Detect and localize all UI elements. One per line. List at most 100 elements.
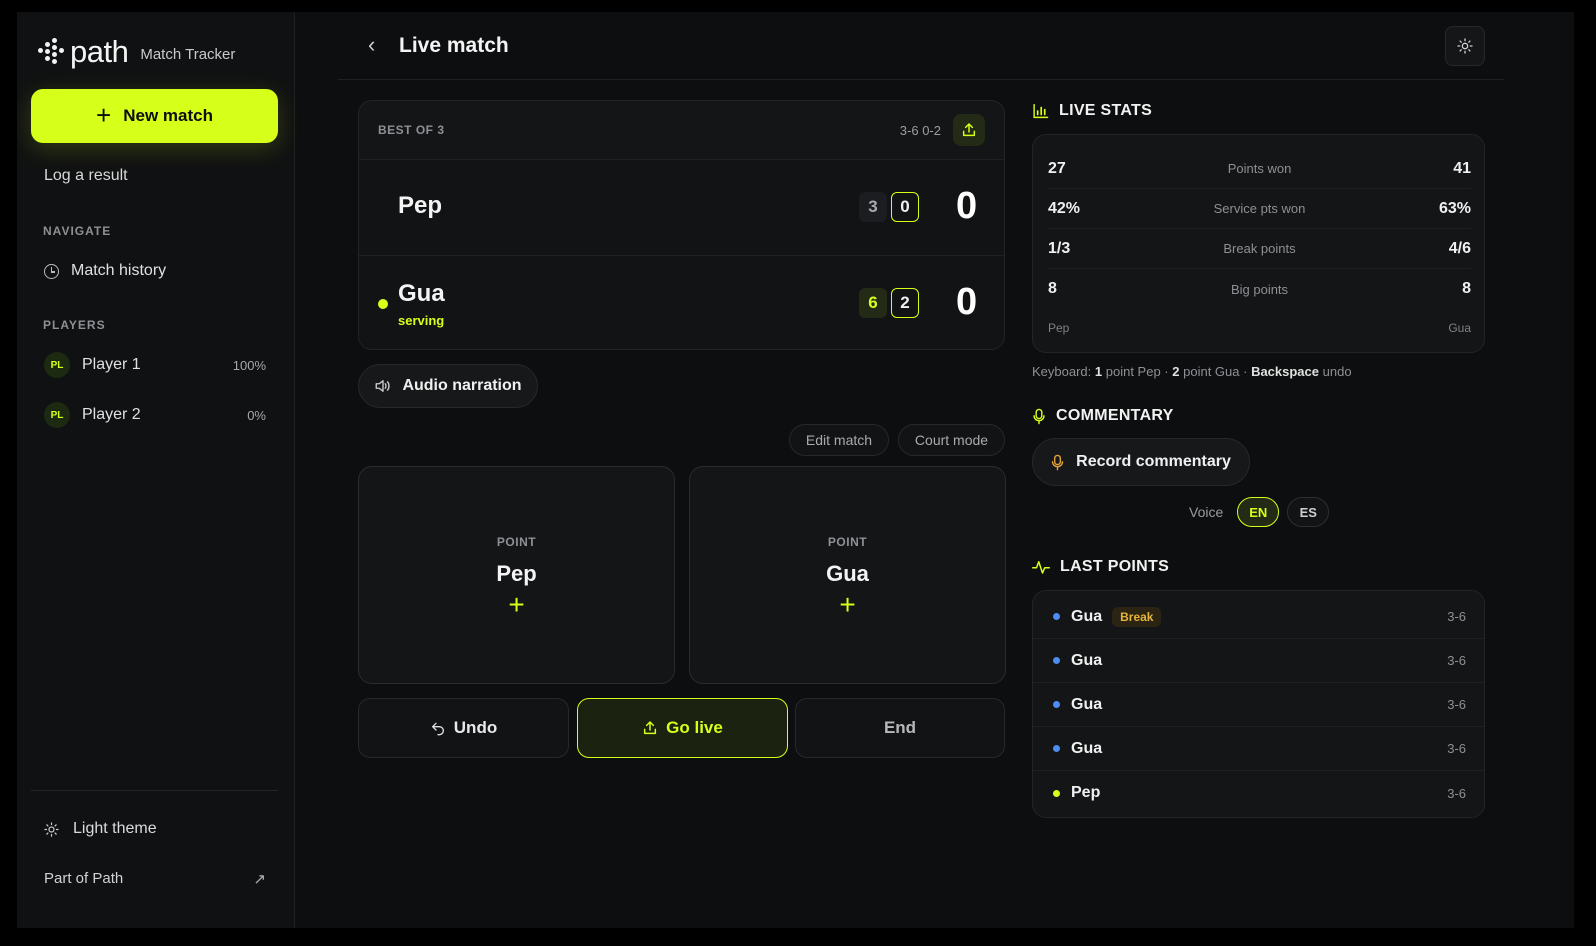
kbd-key: Backspace [1251, 364, 1320, 379]
scoreboard-row-pep: Pep 3 0 0 [359, 159, 1004, 255]
undo-button[interactable]: Undo [358, 698, 569, 758]
live-stats-title: LIVE STATS [1032, 102, 1152, 120]
brand-logo[interactable]: path Match Tracker [38, 34, 236, 69]
point-winner: Gua [1071, 695, 1103, 713]
player-win-pct: 100% [232, 357, 266, 373]
part-of-path-link[interactable]: Part of Path ↗ [44, 870, 266, 888]
point-score: 3-6 [1447, 609, 1466, 624]
stat-row: 42% Service pts won 63% [1048, 189, 1471, 229]
stats-left-player: Pep [1048, 321, 1070, 335]
commentary-title-text: COMMENTARY [1056, 407, 1174, 424]
point-gua-button[interactable]: POINT Gua + [689, 466, 1006, 684]
sidebar: path Match Tracker + New match Log a res… [17, 12, 295, 928]
avatar: PL [44, 352, 70, 378]
serving-label: serving [398, 313, 445, 328]
log-result-link[interactable]: Log a result [44, 167, 128, 185]
point-label: POINT [827, 535, 868, 549]
point-score: 3-6 [1447, 741, 1466, 756]
voice-en-toggle[interactable]: EN [1237, 497, 1280, 527]
brand-name: path [70, 34, 129, 69]
go-live-button[interactable]: Go live [577, 698, 788, 758]
point-pep-button[interactable]: POINT Pep + [358, 466, 675, 684]
winner-dot [1053, 613, 1060, 620]
stats-player-labels: Pep Gua [1048, 321, 1471, 335]
player-win-pct: 0% [247, 407, 266, 423]
stat-left: 42% [1048, 199, 1081, 217]
game-score: 2 [891, 288, 919, 318]
winner-dot [1053, 745, 1060, 752]
sidebar-player-1[interactable]: PL Player 1 100% [44, 352, 266, 378]
winner-dot [1053, 701, 1060, 708]
stat-left: 27 [1048, 159, 1066, 177]
microphone-icon [1033, 408, 1045, 424]
court-mode-button[interactable]: Court mode [898, 424, 1005, 456]
scoreboard-row-gua: Gua serving 6 2 0 [359, 255, 1004, 349]
last-points-list: Gua Break 3-6 Gua 3-6 Gua 3-6 Gua 3-6 Pe… [1032, 590, 1485, 818]
scoreboard: BEST OF 3 3-6 0-2 Pep 3 0 0 Gua serving … [358, 100, 1005, 350]
point-score: 0 [956, 185, 978, 227]
plus-icon: + [839, 589, 856, 620]
list-item: Pep 3-6 [1033, 771, 1484, 815]
sidebar-item-match-history[interactable]: Match history [44, 262, 166, 280]
list-item: Gua Break 3-6 [1033, 595, 1484, 639]
theme-toggle-button[interactable] [1445, 26, 1485, 66]
live-stats-card: 27 Points won 41 42% Service pts won 63%… [1032, 134, 1485, 353]
stat-right: 8 [1462, 280, 1471, 297]
chevron-left-icon[interactable]: ‹ [368, 34, 375, 56]
stat-left: 8 [1048, 280, 1057, 297]
edit-match-button[interactable]: Edit match [789, 424, 889, 456]
point-player-name: Pep [496, 561, 537, 586]
new-match-label: New match [123, 106, 213, 125]
serving-indicator [378, 299, 388, 309]
share-icon [644, 721, 657, 735]
sun-icon [44, 821, 59, 837]
end-button[interactable]: End [795, 698, 1005, 758]
kbd-prefix: Keyboard: [1032, 364, 1092, 379]
undo-label: Undo [453, 718, 498, 737]
scoreboard-header: BEST OF 3 3-6 0-2 [359, 101, 1004, 159]
player-name: Pep [398, 192, 443, 219]
audio-narration-button[interactable]: Audio narration [358, 364, 538, 408]
kbd-key: 2 [1172, 364, 1180, 379]
point-winner: Pep [1071, 784, 1101, 801]
point-player-name: Gua [826, 561, 869, 586]
stat-label: Service pts won [1213, 201, 1306, 216]
plus-icon: + [508, 589, 525, 620]
stat-row: 27 Points won 41 [1048, 149, 1471, 189]
activity-icon [1032, 561, 1050, 574]
audio-narration-label: Audio narration [402, 377, 522, 394]
winner-dot [1053, 657, 1060, 664]
kbd-text: point Gua · [1183, 364, 1248, 379]
record-commentary-button[interactable]: Record commentary [1032, 438, 1250, 486]
match-format: BEST OF 3 [378, 123, 445, 137]
stat-right: 41 [1453, 159, 1471, 177]
record-commentary-label: Record commentary [1076, 453, 1231, 470]
list-item: Gua 3-6 [1033, 727, 1484, 771]
clock-icon [44, 263, 59, 279]
last-points-title-text: LAST POINTS [1060, 558, 1170, 575]
speaker-icon [376, 380, 391, 392]
page-title: Live match [399, 34, 509, 57]
share-button[interactable] [953, 114, 985, 146]
list-item: Gua 3-6 [1033, 639, 1484, 683]
set-score: 3 [859, 192, 887, 222]
new-match-button[interactable]: + New match [31, 89, 278, 143]
page-header: ‹ Live match [338, 12, 1504, 80]
plus-icon: + [96, 99, 112, 130]
sets-summary: 3-6 0-2 [899, 122, 941, 138]
bar-chart-icon [1033, 103, 1049, 119]
app-window: path Match Tracker + New match Log a res… [17, 12, 1574, 928]
voice-es-toggle[interactable]: ES [1287, 497, 1330, 527]
navigate-section-label: NAVIGATE [43, 224, 112, 238]
external-link-icon: ↗ [253, 871, 266, 888]
voice-label: Voice [1189, 504, 1224, 520]
light-theme-label: Light theme [73, 820, 157, 837]
stat-right: 4/6 [1448, 239, 1471, 257]
list-item: Gua 3-6 [1033, 683, 1484, 727]
players-section-label: PLAYERS [43, 318, 106, 332]
product-name: Match Tracker [140, 45, 236, 63]
sidebar-player-2[interactable]: PL Player 2 0% [44, 402, 266, 428]
break-badge: Break [1112, 606, 1162, 627]
point-label: POINT [496, 535, 537, 549]
light-theme-toggle[interactable]: Light theme [44, 820, 157, 838]
